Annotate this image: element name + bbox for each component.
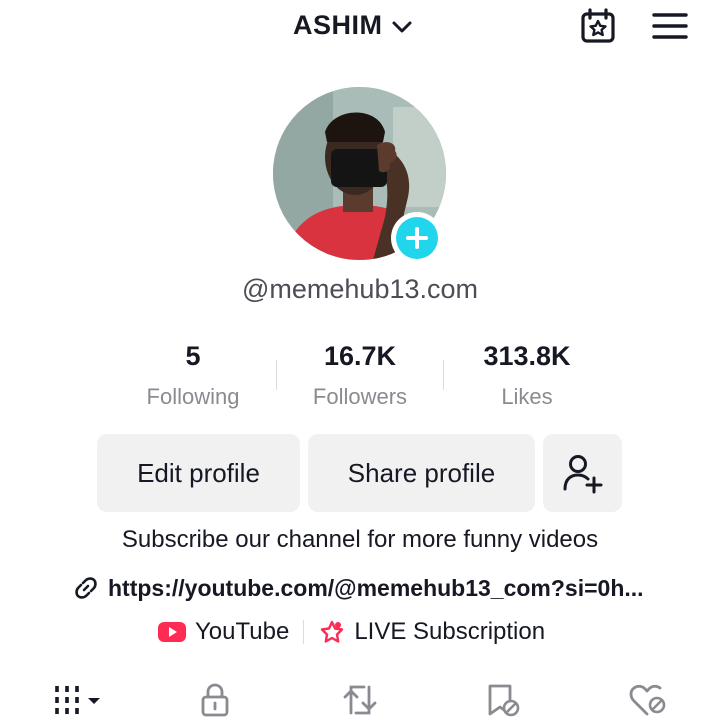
live-subscription-icon — [321, 620, 344, 643]
hamburger-menu-icon — [652, 13, 688, 39]
stat-following[interactable]: 5 Following — [108, 338, 278, 410]
add-story-button[interactable] — [391, 212, 443, 264]
bookmark-icon — [488, 684, 520, 717]
stat-likes[interactable]: 313.8K Likes — [442, 338, 612, 410]
liked-heart-icon — [629, 684, 666, 716]
stat-followers[interactable]: 16.7K Followers — [275, 338, 445, 410]
add-badge — [396, 217, 438, 259]
tab-liked[interactable] — [626, 680, 670, 720]
youtube-icon — [158, 622, 186, 642]
stat-value: 5 — [185, 341, 201, 371]
tab-videos[interactable] — [48, 680, 108, 720]
plus-icon — [406, 227, 428, 249]
tab-favorites[interactable] — [482, 680, 526, 720]
link-icon — [75, 577, 97, 599]
share-profile-button[interactable]: Share profile — [308, 434, 535, 512]
youtube-chip[interactable]: YouTube — [157, 618, 289, 646]
tab-reposts[interactable] — [338, 680, 382, 720]
stat-label: Following — [146, 384, 240, 409]
menu-button[interactable] — [648, 6, 692, 46]
youtube-chip-label: YouTube — [195, 618, 290, 645]
add-friends-button[interactable] — [543, 434, 622, 512]
chip-divider — [303, 620, 305, 644]
live-subscription-chip[interactable]: LIVE Subscription — [318, 618, 545, 646]
live-subscription-label: LIVE Subscription — [354, 618, 546, 645]
repost-icon — [343, 685, 377, 715]
account-switcher[interactable]: ASHIM — [293, 8, 413, 42]
username: ASHIM — [293, 9, 383, 40]
creator-tools-button[interactable] — [576, 4, 620, 48]
bio-text: Subscribe our channel for more funny vid… — [121, 526, 599, 553]
stat-label: Followers — [312, 384, 408, 409]
top-bar: ASHIM — [0, 0, 720, 52]
profile-handle: @memehub13.com — [241, 274, 478, 304]
add-user-icon — [563, 455, 602, 494]
lock-icon — [201, 683, 229, 717]
edit-profile-button[interactable]: Edit profile — [97, 434, 300, 512]
grid-icon — [55, 686, 100, 714]
profile-chips: YouTube LIVE Subscription — [157, 614, 545, 650]
bio-link[interactable]: https://youtube.com/@memehub13_com?si=0h… — [72, 570, 644, 606]
stat-value: 16.7K — [323, 341, 397, 371]
chevron-down-icon — [392, 21, 411, 32]
calendar-star-icon — [581, 8, 615, 43]
bio-link-text: https://youtube.com/@memehub13_com?si=0h… — [108, 574, 644, 601]
content-tab-bar — [0, 676, 720, 720]
stat-value: 313.8K — [483, 341, 571, 371]
stat-label: Likes — [501, 384, 553, 409]
tab-private[interactable] — [193, 680, 237, 720]
